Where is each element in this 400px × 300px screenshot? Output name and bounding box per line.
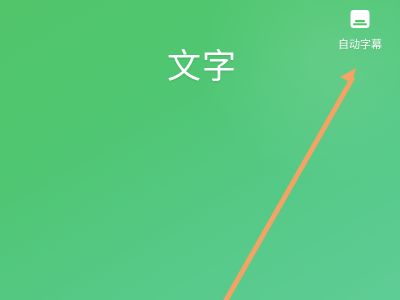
auto-caption-label: 自动字幕 <box>338 38 382 51</box>
text-sticker[interactable]: 文字 <box>163 45 241 89</box>
video-editor-canvas: 文字 自动字幕 <box>0 0 400 300</box>
arrow-head <box>340 68 356 83</box>
auto-caption-button[interactable]: 自动字幕 <box>332 4 388 58</box>
subtitle-icon <box>350 10 370 28</box>
arrow-shaft <box>223 76 355 300</box>
